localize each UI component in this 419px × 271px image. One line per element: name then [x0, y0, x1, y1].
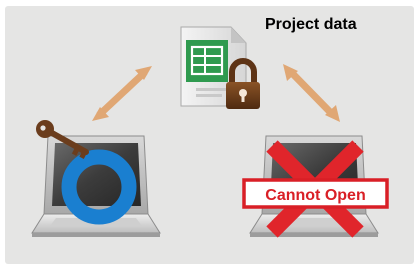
arrow-left-link [92, 66, 152, 121]
cannot-open-label: Cannot Open [265, 187, 365, 204]
arrow-right-link [283, 64, 340, 122]
diagram-canvas: Cannot Open [31, 26, 389, 238]
cannot-open-badge: Cannot Open [242, 178, 389, 209]
